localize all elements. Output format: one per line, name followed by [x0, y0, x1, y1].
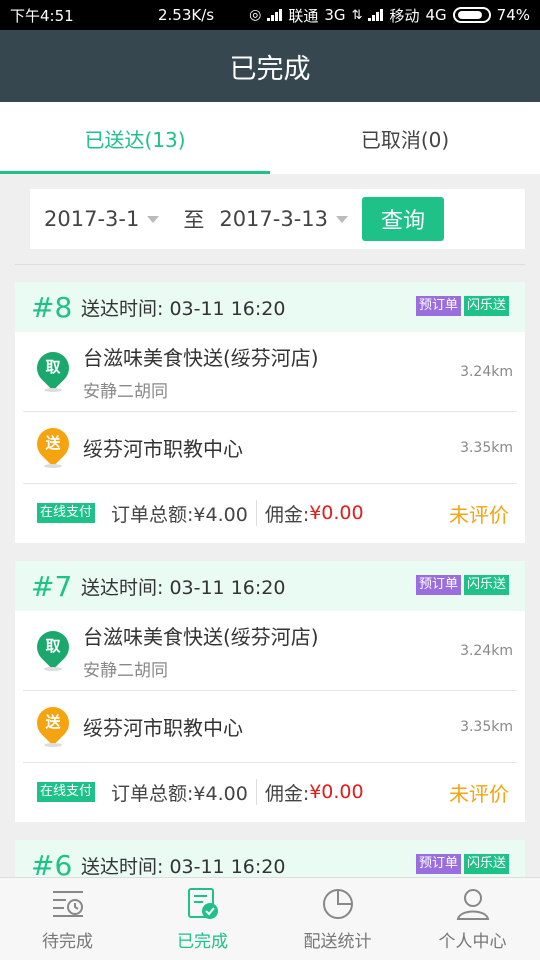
delivery-row: 送 绥芬河市职教中心 3.35km	[23, 412, 517, 484]
review-status-link[interactable]: 未评价	[449, 778, 509, 807]
delivered-time: 送达时间: 03-11 16:20	[81, 855, 286, 878]
carrier1: 联通	[288, 6, 319, 25]
order-total: 订单总额:¥4.00	[111, 782, 248, 805]
flash-delivery-badge: 闪乐送	[463, 575, 509, 595]
net1: 3G	[324, 6, 346, 24]
person-icon	[456, 889, 489, 920]
order-card[interactable]: #8 送达时间: 03-11 16:20 预订单 闪乐送 取 台滋味美食快送(绥…	[15, 282, 525, 543]
delivery-distance: 3.35km	[460, 439, 513, 456]
order-total: 订单总额:¥4.00	[111, 503, 248, 526]
delivery-row: 送 绥芬河市职教中心 3.35km	[23, 691, 517, 763]
caret-down-icon	[147, 215, 160, 223]
shop-name: 台滋味美食快送(绥芬河店)	[83, 345, 319, 370]
nav-profile[interactable]: 个人中心	[405, 878, 540, 960]
order-summary: 在线支付 订单总额:¥4.00 佣金: ¥0.00 未评价	[15, 484, 525, 542]
order-card-header: #7 送达时间: 03-11 16:20 预订单 闪乐送	[15, 561, 525, 611]
shop-name: 台滋味美食快送(绥芬河店)	[83, 624, 319, 649]
order-card[interactable]: #7 送达时间: 03-11 16:20 预订单 闪乐送 取 台滋味美食快送(绥…	[15, 561, 525, 822]
order-number: #6	[31, 848, 73, 878]
shop-address: 安静二胡同	[83, 660, 168, 681]
preorder-badge: 预订单	[415, 296, 461, 316]
delivered-time: 送达时间: 03-11 16:20	[81, 297, 286, 320]
tab-label: 已取消(0)	[360, 127, 450, 152]
commission-label: 佣金:	[264, 503, 310, 526]
signal-icon	[368, 9, 384, 21]
to-label: 至	[183, 208, 205, 232]
order-card-header: #6 送达时间: 03-11 16:20 预订单 闪乐送	[15, 840, 525, 877]
pickup-distance: 3.24km	[460, 642, 513, 659]
review-status-link[interactable]: 未评价	[449, 499, 509, 528]
battery-icon	[452, 7, 491, 23]
pay-method-badge: 在线支付	[37, 782, 96, 802]
hotspot-icon: ◎	[249, 7, 262, 23]
tab-bar: 已送达(13) 已取消(0)	[0, 102, 540, 174]
destination: 绥芬河市职教中心	[83, 437, 243, 461]
status-speed: 2.53K/s	[158, 6, 215, 24]
order-card[interactable]: #6 送达时间: 03-11 16:20 预订单 闪乐送	[15, 840, 525, 877]
commission-value: ¥0.00	[309, 502, 364, 524]
end-date-select[interactable]: 2017-3-13	[219, 207, 349, 231]
query-button[interactable]: 查询	[362, 197, 445, 241]
pickup-row: 取 台滋味美食快送(绥芬河店) 安静二胡同 3.24km	[23, 332, 517, 412]
data-arrows-icon: ⇅	[351, 7, 363, 23]
nav-statistics[interactable]: 配送统计	[270, 878, 405, 960]
bottom-nav: 待完成 已完成 配送统计 个人中心	[0, 877, 540, 960]
pending-list-icon	[52, 891, 83, 917]
delivery-pin-icon: 送	[30, 420, 76, 468]
end-date-value: 2017-3-13	[219, 207, 329, 231]
status-time: 下午4:51	[10, 6, 74, 25]
flash-delivery-badge: 闪乐送	[463, 296, 509, 316]
order-summary: 在线支付 订单总额:¥4.00 佣金: ¥0.00 未评价	[15, 763, 525, 821]
pickup-row: 取 台滋味美食快送(绥芬河店) 安静二胡同 3.24km	[23, 611, 517, 691]
pickup-distance: 3.24km	[460, 363, 513, 380]
flash-delivery-badge: 闪乐送	[463, 854, 509, 874]
delivery-distance: 3.35km	[460, 718, 513, 735]
shop-address: 安静二胡同	[83, 381, 168, 402]
order-number: #7	[31, 569, 73, 603]
completed-check-icon	[187, 888, 218, 919]
caret-down-icon	[336, 215, 349, 223]
destination: 绥芬河市职教中心	[83, 716, 243, 740]
status-bar: 下午4:51 2.53K/s ◎ 联通 3G ⇅ 移动 4G 74%	[0, 0, 540, 30]
commission-value: ¥0.00	[309, 781, 364, 803]
pickup-pin-icon: 取	[30, 623, 76, 671]
commission-label: 佣金:	[264, 782, 310, 805]
date-filter: 2017-3-1 至 2017-3-13 查询	[30, 189, 525, 249]
nav-label: 个人中心	[438, 932, 507, 952]
carrier2: 移动	[389, 6, 420, 25]
page-title: 已完成	[229, 53, 311, 85]
app-header: 已完成	[0, 30, 540, 102]
pie-chart-icon	[322, 889, 353, 919]
tab-cancelled[interactable]: 已取消(0)	[270, 102, 540, 174]
tab-label: 已送达(13)	[84, 127, 186, 152]
divider	[15, 264, 525, 265]
start-date-value: 2017-3-1	[44, 207, 140, 231]
signal-icon	[267, 9, 283, 21]
tab-delivered[interactable]: 已送达(13)	[0, 102, 270, 174]
net2: 4G	[425, 6, 447, 24]
pickup-pin-icon: 取	[30, 344, 76, 392]
nav-label: 配送统计	[303, 932, 372, 952]
pay-method-badge: 在线支付	[37, 503, 96, 523]
order-card-header: #8 送达时间: 03-11 16:20 预订单 闪乐送	[15, 282, 525, 332]
order-number: #8	[31, 290, 73, 324]
battery-percent: 74%	[496, 6, 530, 24]
delivered-time: 送达时间: 03-11 16:20	[81, 576, 286, 599]
nav-pending[interactable]: 待完成	[0, 878, 135, 960]
preorder-badge: 预订单	[415, 854, 461, 874]
nav-completed[interactable]: 已完成	[135, 878, 270, 960]
delivery-pin-icon: 送	[30, 699, 76, 747]
preorder-badge: 预订单	[415, 575, 461, 595]
nav-label: 待完成	[42, 932, 93, 952]
start-date-select[interactable]: 2017-3-1	[44, 207, 160, 231]
nav-label: 已完成	[177, 932, 228, 952]
